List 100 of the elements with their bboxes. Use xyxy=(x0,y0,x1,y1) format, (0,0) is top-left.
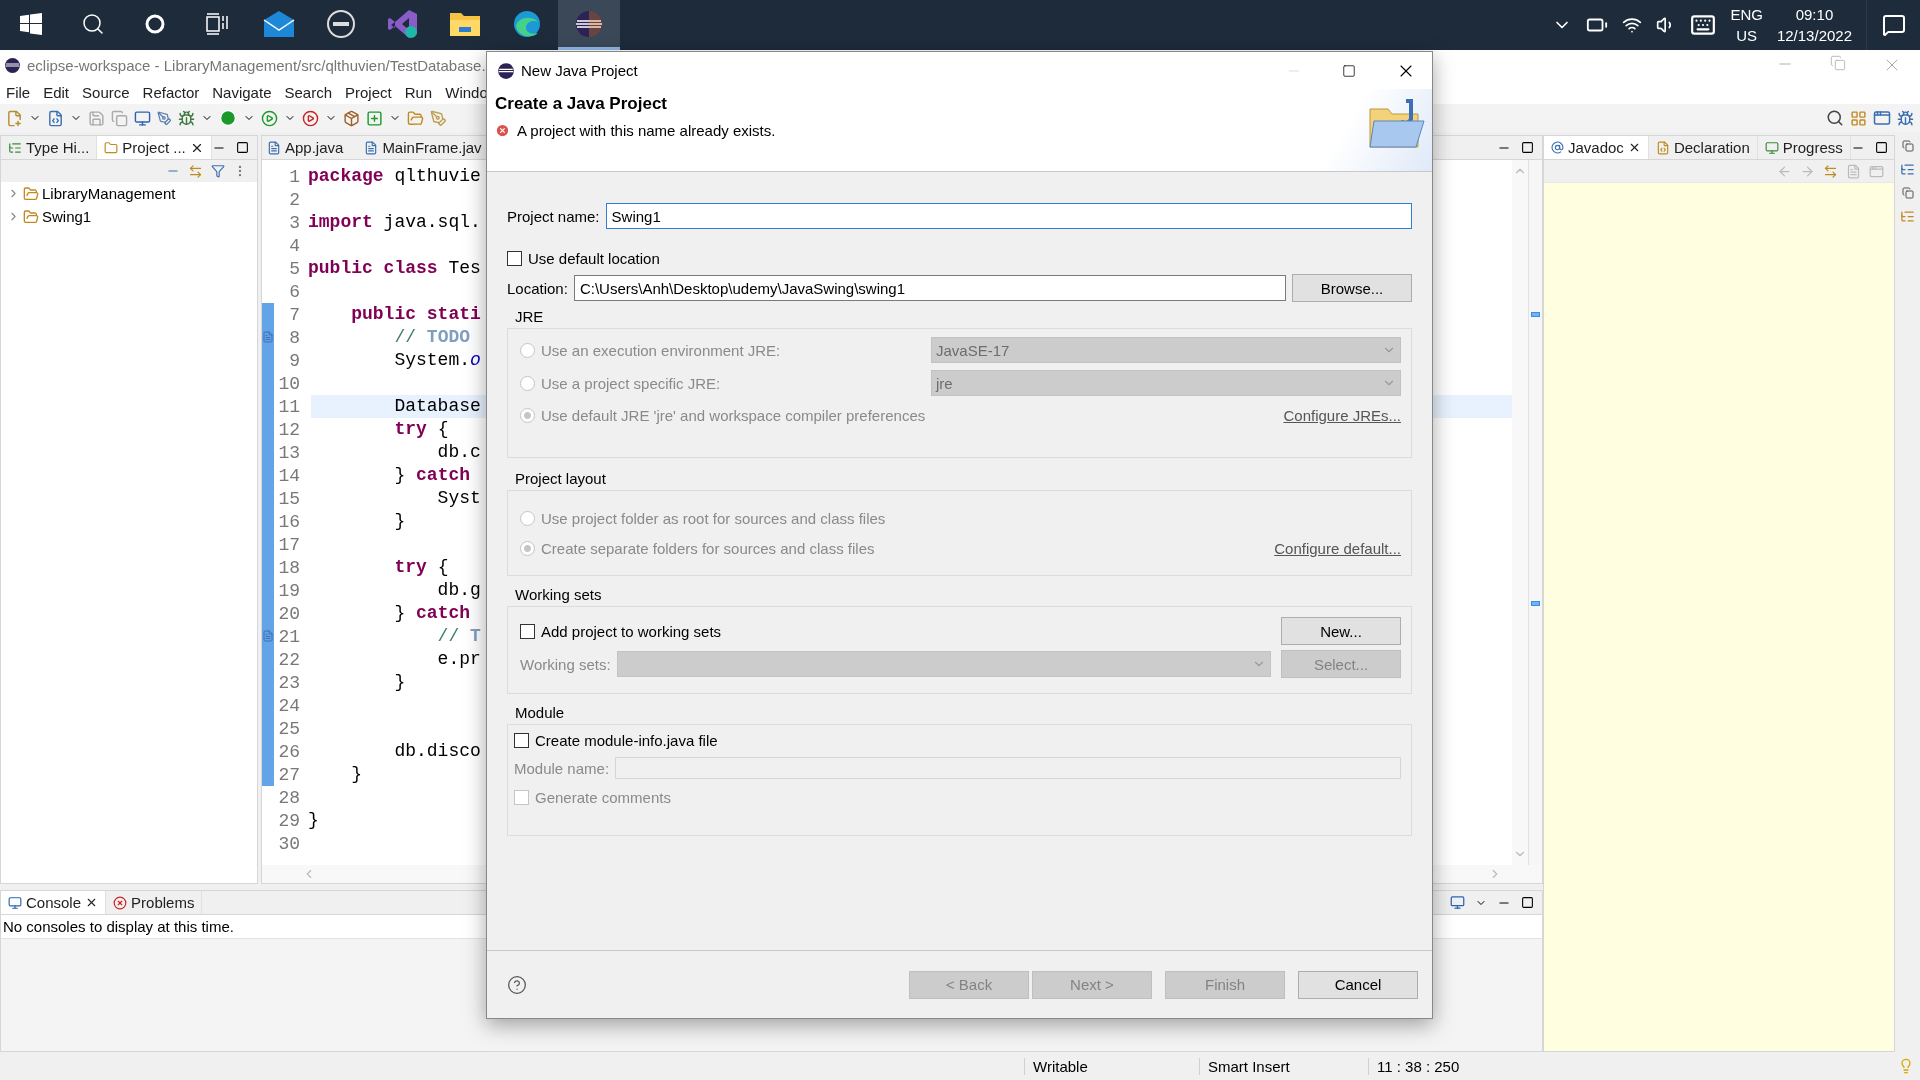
taskbar-button[interactable] xyxy=(558,0,620,50)
menu-item[interactable]: Source xyxy=(82,83,130,101)
maximize-icon[interactable] xyxy=(1521,141,1534,154)
line-number: 1 xyxy=(288,166,301,187)
maximize-icon[interactable] xyxy=(1874,141,1888,154)
browse-button[interactable]: Browse... xyxy=(1292,274,1412,302)
run-icon[interactable] xyxy=(302,109,319,127)
link-icon[interactable] xyxy=(188,163,203,179)
group-title: Working sets xyxy=(514,586,603,605)
code-line: } xyxy=(393,671,406,694)
tree-item[interactable]: LibraryManagement xyxy=(1,182,257,205)
search-icon[interactable] xyxy=(81,11,105,36)
menu-item[interactable]: Windo xyxy=(445,83,488,101)
line-number: 18 xyxy=(277,557,301,578)
restore-icon[interactable] xyxy=(1901,140,1914,152)
group-title: Module xyxy=(514,704,566,723)
pen-icon[interactable] xyxy=(430,109,447,127)
clock[interactable]: 09:10 12/13/2022 xyxy=(1776,4,1852,46)
hierarchy-icon[interactable] xyxy=(1900,209,1915,224)
bug-icon[interactable] xyxy=(1897,109,1914,127)
outline-icon[interactable] xyxy=(1900,162,1915,177)
new-button[interactable]: New... xyxy=(1281,617,1401,645)
menu-item[interactable]: Run xyxy=(404,83,433,101)
menu-item[interactable]: File xyxy=(6,83,31,101)
restore-icon[interactable] xyxy=(1901,187,1914,199)
error-icon xyxy=(495,123,510,138)
line-number: 24 xyxy=(277,695,301,716)
at-sign-icon xyxy=(1551,141,1564,154)
tree-item[interactable]: Swing1 xyxy=(1,205,257,228)
checkbox-label: Add project to working sets xyxy=(541,622,722,640)
line-number: 4 xyxy=(288,235,301,256)
perspective-icon[interactable] xyxy=(1873,109,1891,127)
task-view-icon[interactable] xyxy=(205,12,229,35)
checkbox-label: Create module-info.java file xyxy=(535,731,718,749)
help-icon[interactable] xyxy=(507,974,527,995)
maximize-icon[interactable] xyxy=(236,141,249,154)
search-icon[interactable] xyxy=(1826,109,1844,127)
perspective-icon[interactable] xyxy=(1850,109,1867,127)
dialog-title: New Java Project xyxy=(521,62,638,79)
sphere-logo-icon xyxy=(4,56,21,74)
run-icon[interactable] xyxy=(261,109,278,127)
filter-icon[interactable] xyxy=(211,164,225,178)
menu-item[interactable]: Navigate xyxy=(212,83,272,101)
line-number: 25 xyxy=(277,718,301,739)
folder-icon xyxy=(1368,99,1426,149)
ring-logo-icon[interactable] xyxy=(326,8,356,39)
panel-tab[interactable]: Project ... xyxy=(97,136,212,159)
new-class-icon[interactable] xyxy=(366,109,383,127)
line-number: 21 xyxy=(277,626,301,647)
pen-icon[interactable] xyxy=(157,110,172,126)
maximize-icon[interactable] xyxy=(1521,896,1534,909)
location-field[interactable]: C:\Users\Anh\Desktop\udemy\JavaSwing\swing1 xyxy=(573,275,1286,301)
new-file-icon[interactable] xyxy=(6,109,23,127)
link-icon[interactable] xyxy=(1823,163,1838,179)
bug-icon[interactable] xyxy=(178,109,195,127)
code-line: import java.sql. xyxy=(307,211,481,234)
menu-item[interactable]: Project xyxy=(345,83,392,101)
windows-logo-icon[interactable] xyxy=(20,12,42,35)
problems-icon xyxy=(113,895,128,910)
menu-item[interactable]: Refactor xyxy=(142,83,200,101)
line-number: 6 xyxy=(288,281,301,302)
new-file-icon[interactable] xyxy=(47,109,64,127)
code-line: System.o xyxy=(393,349,481,372)
save-icon[interactable] xyxy=(88,109,105,127)
menu-item[interactable]: Edit xyxy=(43,83,70,101)
field-label: Project name: xyxy=(507,207,600,225)
wifi-icon[interactable] xyxy=(1622,15,1643,35)
mail-icon[interactable] xyxy=(263,9,295,38)
ribbon-logo-icon[interactable] xyxy=(387,8,419,39)
overview-marker[interactable] xyxy=(1531,601,1540,606)
menu-item[interactable]: Search xyxy=(284,83,332,101)
monitor-icon[interactable] xyxy=(134,109,151,127)
line-number: 10 xyxy=(277,373,301,394)
sphere-logo-icon[interactable] xyxy=(574,8,604,39)
checkbox[interactable] xyxy=(514,732,529,748)
circle-icon[interactable] xyxy=(144,12,166,35)
line-number: 2 xyxy=(288,189,301,210)
notification-icon[interactable] xyxy=(1881,13,1906,37)
save-all-icon[interactable] xyxy=(111,109,128,127)
swirl-logo-icon[interactable] xyxy=(512,8,542,39)
checkbox[interactable] xyxy=(507,250,522,266)
console-icon[interactable] xyxy=(1450,895,1465,910)
wizard-button[interactable]: Cancel xyxy=(1298,970,1418,999)
line-number: 13 xyxy=(277,442,301,463)
line-number: 22 xyxy=(277,649,301,670)
project-name-field[interactable]: Swing1 xyxy=(605,203,1412,229)
code-line: public class Tes xyxy=(307,257,481,280)
panel-tab[interactable]: Console xyxy=(1,891,107,914)
keyboard-icon[interactable] xyxy=(1690,12,1717,38)
line-number: 28 xyxy=(277,787,301,808)
overview-marker[interactable] xyxy=(1531,312,1540,317)
panel-tab[interactable]: Javadoc xyxy=(1544,136,1649,159)
code-line: try { xyxy=(393,418,449,441)
package-icon[interactable] xyxy=(343,109,360,127)
line-number: 30 xyxy=(277,833,301,854)
checkbox[interactable] xyxy=(520,623,535,639)
console-icon xyxy=(8,895,22,910)
code-line: } catch xyxy=(393,602,471,625)
language-indicator[interactable]: ENG US xyxy=(1730,4,1763,46)
error-message: A project with this name already exists. xyxy=(517,122,776,139)
